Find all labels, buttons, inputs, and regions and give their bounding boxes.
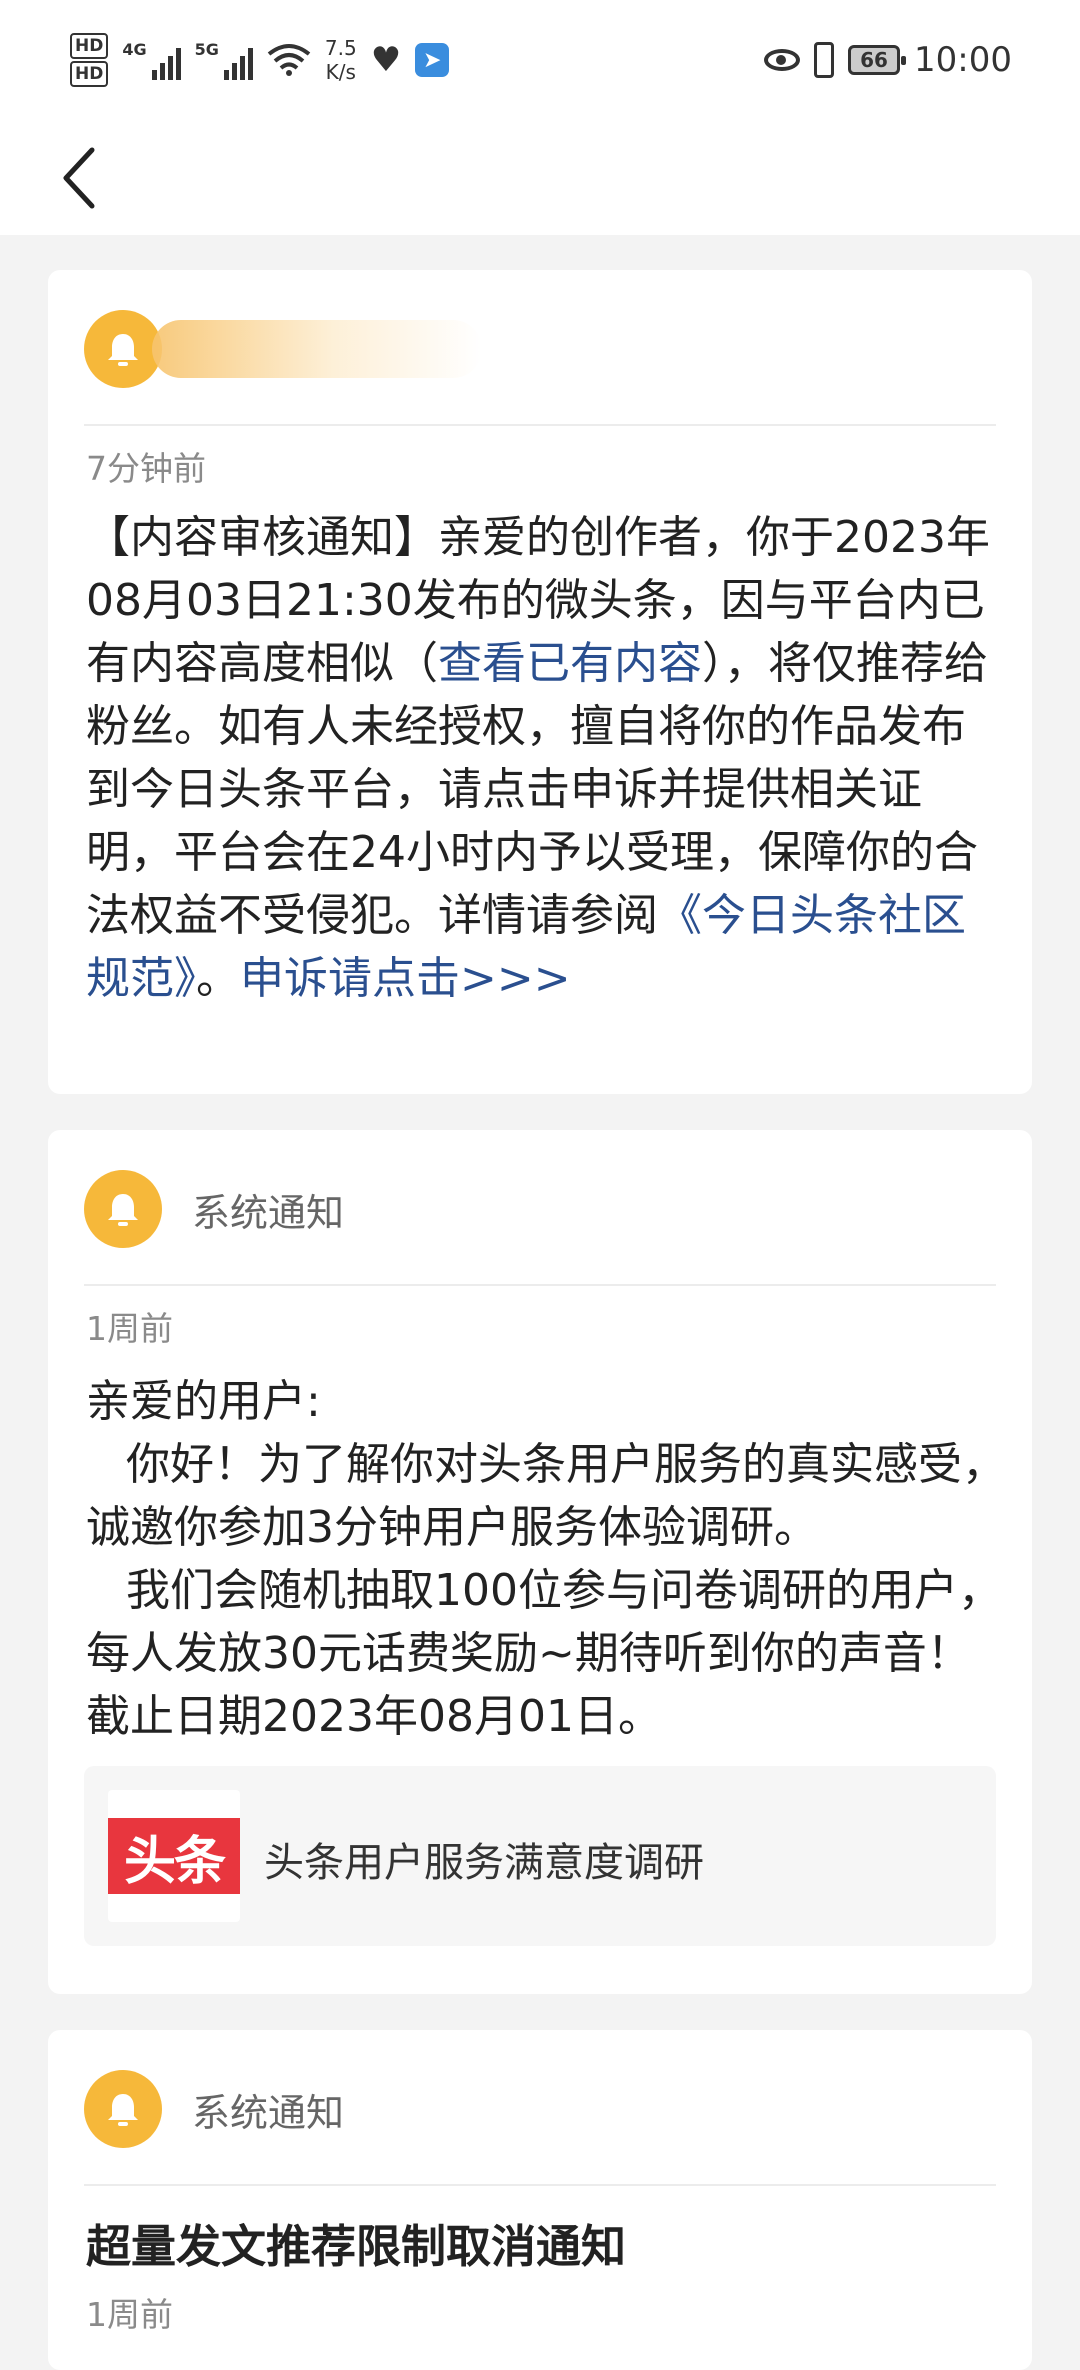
back-button[interactable] [50,140,110,215]
divider [84,424,996,426]
speed-value: 7.5 [324,36,357,60]
nav-bar [0,120,1080,235]
battery-level: 66 [860,48,888,72]
divider [84,2184,996,2186]
card-header: 系统通知 [84,2070,344,2148]
signal-icon-4g: 4G [122,40,181,80]
notification-body: 亲爱的用户: 你好！为了解你对头条用户服务的真实感受，诚邀你参加3分钟用户服务体… [86,1370,1006,1748]
notification-card-review[interactable]: 7分钟前 【内容审核通知】亲爱的创作者，你于2023年08月03日21:30发布… [48,270,1032,1094]
notification-title: 系统通知 [192,2090,345,2135]
network-speed: 7.5 K/s [325,36,357,84]
survey-title: 头条用户服务满意度调研 [264,1840,704,1886]
toutiao-logo-text: 头条 [108,1818,240,1894]
bell-icon [84,310,162,388]
speed-unit: K/s [325,60,356,84]
notification-title: 系统通知 [192,1190,345,1235]
survey-attachment[interactable]: 头条 头条用户服务满意度调研 [84,1766,996,1946]
notification-card-survey[interactable]: 系统通知 1周前 亲爱的用户: 你好！为了解你对头条用户服务的真实感受，诚邀你参… [48,1130,1032,1994]
battery-icon: 66 [848,45,907,75]
body-text-3: 。 [196,953,240,1004]
wifi-icon [267,43,311,77]
greeting-line: 亲爱的用户: [86,1376,321,1427]
clock: 10:00 [914,40,1012,80]
notification-time: 1周前 [86,2295,173,2334]
signal-label-5g: 5G [194,40,219,59]
toutiao-logo: 头条 [108,1790,240,1922]
signal-icon-5g: 5G [195,40,253,80]
status-left: HD HD 4G 5G 7.5 K/s ♥ ➤ [70,30,450,90]
bell-icon [84,2070,162,2148]
notification-time: 7分钟前 [86,449,206,488]
notification-card-limit[interactable]: 系统通知 超量发文推荐限制取消通知 1周前 [48,2030,1032,2370]
body-paragraph-2: 我们会随机抽取100位参与问卷调研的用户，每人发放30元话费奖励~期待听到你的声… [86,1565,1002,1742]
status-right: 66 10:00 [764,34,1012,86]
notification-subject: 超量发文推荐限制取消通知 [86,2220,627,2273]
bell-icon [84,1170,162,1248]
divider [84,1284,996,1286]
hd-label-2: HD [70,61,109,87]
eye-comfort-icon [764,49,801,71]
notification-body: 【内容审核通知】亲爱的创作者，你于2023年08月03日21:30发布的微头条，… [86,506,1006,1010]
card-header: 系统通知 [84,1170,344,1248]
notification-time: 1周前 [86,1309,173,1348]
view-existing-content-link[interactable]: 查看已有内容 [438,638,702,689]
signal-label-4g: 4G [122,40,147,59]
card-header [84,310,482,388]
hd-label-1: HD [70,33,109,59]
sender-name-blurred [152,320,482,378]
hd-indicator: HD HD [70,32,109,88]
back-arrow-icon [63,147,95,208]
heart-rate-icon: ♥ [370,40,402,80]
vibrate-icon [814,42,835,78]
body-paragraph-1: 你好！为了解你对头条用户服务的真实感受，诚邀你参加3分钟用户服务体验调研。 [86,1439,1006,1553]
app-notification-icon: ➤ [415,43,450,77]
status-bar: HD HD 4G 5G 7.5 K/s ♥ ➤ 66 10:00 [0,0,1080,120]
appeal-link[interactable]: 申诉请点击>>> [240,953,571,1004]
